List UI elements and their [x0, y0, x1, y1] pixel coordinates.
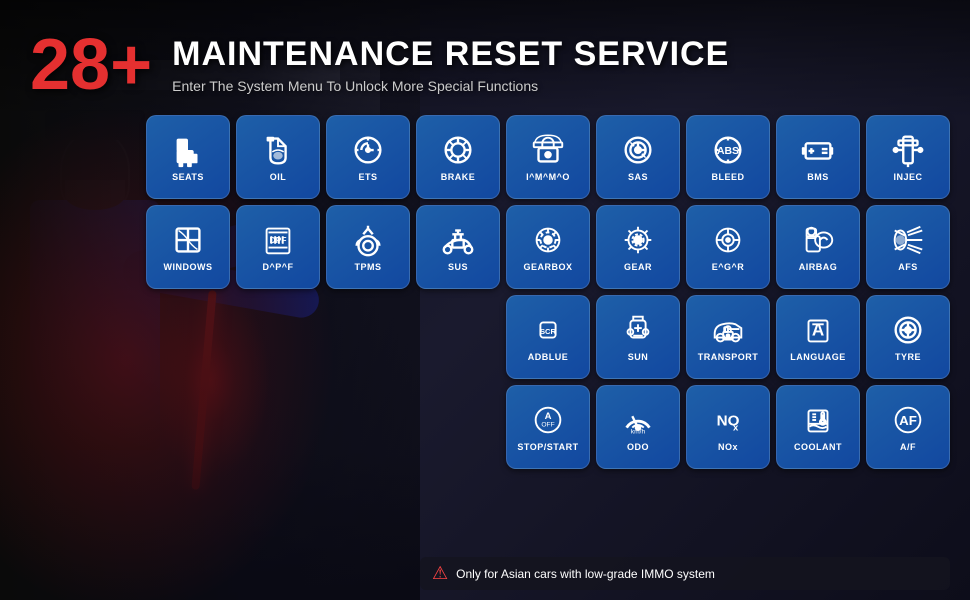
tile-brake-label: BRAKE: [441, 173, 476, 183]
warning-text: Only for Asian cars with low-grade IMMO …: [456, 567, 715, 581]
warning-icon: ⚠: [432, 563, 448, 584]
icons-row-4: A OFF STOP/START km/h ODO NO x NOx: [420, 385, 950, 469]
tile-bms-label: BMS: [807, 173, 829, 183]
tile-sus[interactable]: SUS: [416, 205, 500, 289]
tile-sas-label: SAS: [628, 173, 648, 183]
tile-oil-label: OIL: [270, 173, 287, 183]
icons-row-3: SCR ADBLUE SUN: [420, 295, 950, 379]
tile-oil[interactable]: OIL: [236, 115, 320, 199]
tile-tpms[interactable]: TPMS: [326, 205, 410, 289]
tile-tyre-label: TYRE: [895, 353, 921, 363]
warning-bar: ⚠ Only for Asian cars with low-grade IMM…: [420, 557, 950, 590]
tile-brake[interactable]: BRAKE: [416, 115, 500, 199]
subtitle: Enter The System Menu To Unlock More Spe…: [172, 78, 729, 94]
tile-tyre[interactable]: TYRE: [866, 295, 950, 379]
tile-afs[interactable]: AFS: [866, 205, 950, 289]
tile-bleed[interactable]: ABS BLEED: [686, 115, 770, 199]
tile-odo-label: ODO: [627, 443, 649, 453]
icons-row-1: SEATS OIL ETS: [420, 115, 950, 199]
tile-adblue[interactable]: SCR ADBLUE: [506, 295, 590, 379]
tile-bleed-label: BLEED: [711, 173, 744, 183]
tile-coolant[interactable]: COOLANT: [776, 385, 860, 469]
tile-bms[interactable]: BMS: [776, 115, 860, 199]
tile-af[interactable]: AF A/F: [866, 385, 950, 469]
svg-text:SCR: SCR: [540, 327, 557, 336]
tile-gear[interactable]: GEAR: [596, 205, 680, 289]
tile-windows-label: WINDOWS: [164, 263, 213, 273]
tile-windows[interactable]: WINDOWS: [146, 205, 230, 289]
tile-gear-label: GEAR: [624, 263, 652, 273]
tile-immo[interactable]: I^M^M^O: [506, 115, 590, 199]
tile-afs-label: AFS: [898, 263, 918, 273]
svg-text:A: A: [545, 411, 552, 422]
tile-language-label: LANGUAGE: [790, 353, 846, 363]
tile-egr[interactable]: E^G^R: [686, 205, 770, 289]
main-title: MAINTENANCE RESET SERVICE: [172, 36, 729, 73]
tile-coolant-label: COOLANT: [794, 443, 842, 453]
badge-number: 28+: [30, 29, 152, 101]
tile-transport[interactable]: TRANSPORT: [686, 295, 770, 379]
icons-grid: SEATS OIL ETS: [420, 115, 950, 475]
tile-stopstart[interactable]: A OFF STOP/START: [506, 385, 590, 469]
tile-injec[interactable]: INJEC: [866, 115, 950, 199]
svg-text:AF: AF: [899, 413, 917, 428]
tile-sas[interactable]: SAS: [596, 115, 680, 199]
tile-nox-label: NOx: [718, 443, 738, 453]
tile-sus-label: SUS: [448, 263, 468, 273]
tile-injec-label: INJEC: [893, 173, 922, 183]
tile-dpf-label: D^P^F: [262, 263, 293, 273]
svg-text:ABS: ABS: [717, 146, 739, 157]
tile-gearbox[interactable]: GEARBOX: [506, 205, 590, 289]
header-text-block: MAINTENANCE RESET SERVICE Enter The Syst…: [172, 36, 729, 93]
tile-tpms-label: TPMS: [354, 263, 381, 273]
tile-ets[interactable]: ETS: [326, 115, 410, 199]
tile-sun-label: SUN: [628, 353, 649, 363]
tile-af-label: A/F: [900, 443, 916, 453]
tile-airbag-label: AIRBAG: [799, 263, 838, 273]
tile-adblue-label: ADBLUE: [528, 353, 569, 363]
tile-language[interactable]: A LANGUAGE: [776, 295, 860, 379]
tile-stopstart-label: STOP/START: [517, 443, 578, 453]
tile-dpf[interactable]: DPF D^P^F: [236, 205, 320, 289]
svg-text:x: x: [733, 422, 739, 433]
svg-text:OFF: OFF: [541, 422, 554, 429]
tile-airbag[interactable]: AIRBAG: [776, 205, 860, 289]
tile-transport-label: TRANSPORT: [698, 353, 759, 363]
tile-immo-label: I^M^M^O: [526, 173, 570, 183]
svg-text:km/h: km/h: [631, 428, 646, 435]
tile-nox[interactable]: NO x NOx: [686, 385, 770, 469]
icons-row-2: WINDOWS DPF D^P^F: [420, 205, 950, 289]
tile-ets-label: ETS: [358, 173, 377, 183]
header: 28+ MAINTENANCE RESET SERVICE Enter The …: [0, 0, 970, 120]
tile-odo[interactable]: km/h ODO: [596, 385, 680, 469]
tile-seats[interactable]: SEATS: [146, 115, 230, 199]
tile-sun[interactable]: SUN: [596, 295, 680, 379]
tile-egr-label: E^G^R: [712, 263, 745, 273]
tile-seats-label: SEATS: [172, 173, 204, 183]
tile-gearbox-label: GEARBOX: [523, 263, 572, 273]
